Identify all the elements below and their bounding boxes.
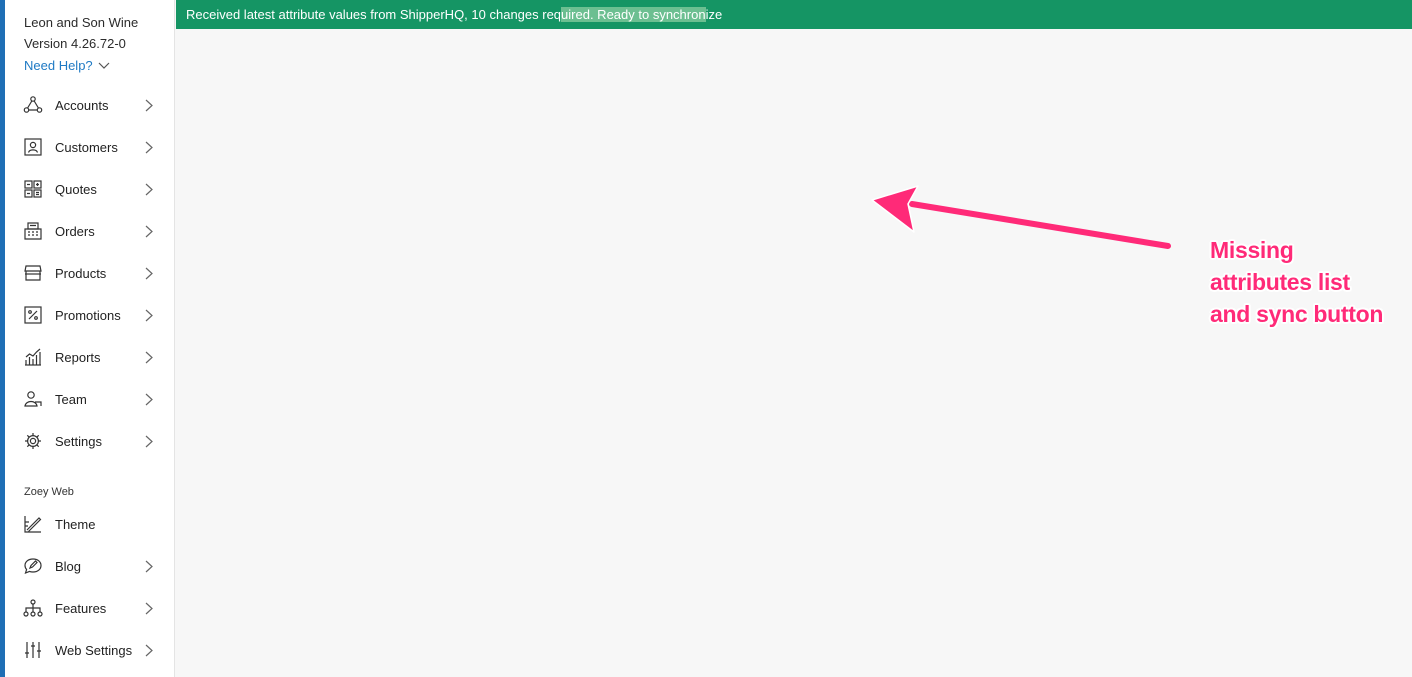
app-version: Version 4.26.72-0 <box>24 36 126 51</box>
sidebar-item-theme[interactable]: Theme <box>5 504 175 544</box>
theme-icon <box>23 514 43 534</box>
banner-text-start: Received latest attribute values from Sh… <box>186 7 562 22</box>
sidebar-item-label: Promotions <box>55 307 121 323</box>
chevron-right-icon <box>144 559 154 573</box>
sidebar-item-features[interactable]: Features <box>5 588 175 628</box>
sidebar-item-blog[interactable]: Blog <box>5 546 175 586</box>
sidebar-item-label: Quotes <box>55 181 97 197</box>
sidebar-item-customers[interactable]: Customers <box>5 127 175 167</box>
sidebar-item-label: Customers <box>55 139 118 155</box>
blog-icon <box>23 556 43 576</box>
banner-text-highlighted: uired. Ready to synchron <box>561 7 706 22</box>
need-help-link[interactable]: Need Help? <box>24 58 110 73</box>
chevron-right-icon <box>144 434 154 448</box>
need-help-label: Need Help? <box>24 58 93 73</box>
sidebar-item-label: Orders <box>55 223 95 239</box>
sidebar-item-label: Theme <box>55 516 96 532</box>
sidebar-item-label: Settings <box>55 433 102 449</box>
sidebar-item-label: Products <box>55 265 107 281</box>
chevron-right-icon <box>144 140 154 154</box>
annotation-line: attributes list <box>1210 269 1350 295</box>
sidebar: Leon and Son Wine Version 4.26.72-0 Need… <box>5 0 175 677</box>
promotions-icon <box>23 305 43 325</box>
products-icon <box>23 263 43 283</box>
section-label-zoey-web: Zoey Web <box>24 486 74 498</box>
customers-icon <box>23 137 43 157</box>
status-banner: Received latest attribute values from Sh… <box>176 0 1412 29</box>
sidebar-item-promotions[interactable]: Promotions <box>5 295 175 335</box>
sidebar-item-label: Features <box>55 600 107 616</box>
sidebar-item-reports[interactable]: Reports <box>5 337 175 377</box>
accounts-icon <box>23 95 43 115</box>
sidebar-item-team[interactable]: Team <box>5 379 175 419</box>
chevron-right-icon <box>144 643 154 657</box>
sidebar-item-settings[interactable]: Settings <box>5 421 175 461</box>
gear-icon <box>23 431 43 451</box>
sidebar-item-label: Reports <box>55 349 101 365</box>
store-name: Leon and Son Wine <box>24 15 139 30</box>
chevron-right-icon <box>144 182 154 196</box>
team-icon <box>23 389 43 409</box>
chevron-right-icon <box>144 224 154 238</box>
annotation-line: and sync button <box>1210 301 1384 327</box>
sidebar-item-accounts[interactable]: Accounts <box>5 85 175 125</box>
chevron-right-icon <box>144 601 154 615</box>
sliders-icon <box>23 640 43 660</box>
orders-icon <box>23 221 43 241</box>
annotation-arrow-icon <box>871 185 1171 249</box>
sidebar-item-label: Accounts <box>55 97 109 113</box>
sidebar-item-orders[interactable]: Orders <box>5 211 175 251</box>
sidebar-item-quotes[interactable]: Quotes <box>5 169 175 209</box>
chevron-right-icon <box>144 98 154 112</box>
annotation-line: Missing <box>1210 237 1294 263</box>
sidebar-item-label: Blog <box>55 558 82 574</box>
quotes-icon <box>23 179 43 199</box>
sidebar-item-web-settings[interactable]: Web Settings <box>5 630 175 670</box>
chevron-right-icon <box>144 350 154 364</box>
chevron-down-icon <box>98 62 110 69</box>
banner-text-end: ize <box>705 7 723 22</box>
sidebar-item-label: Team <box>55 391 87 407</box>
chevron-right-icon <box>144 266 154 280</box>
sidebar-item-products[interactable]: Products <box>5 253 175 293</box>
features-icon <box>23 598 43 618</box>
reports-icon <box>23 347 43 367</box>
chevron-right-icon <box>144 308 154 322</box>
annotation-text: Missing attributes list and sync button <box>1210 234 1383 330</box>
sidebar-item-label: Web Settings <box>55 642 133 658</box>
chevron-right-icon <box>144 392 154 406</box>
